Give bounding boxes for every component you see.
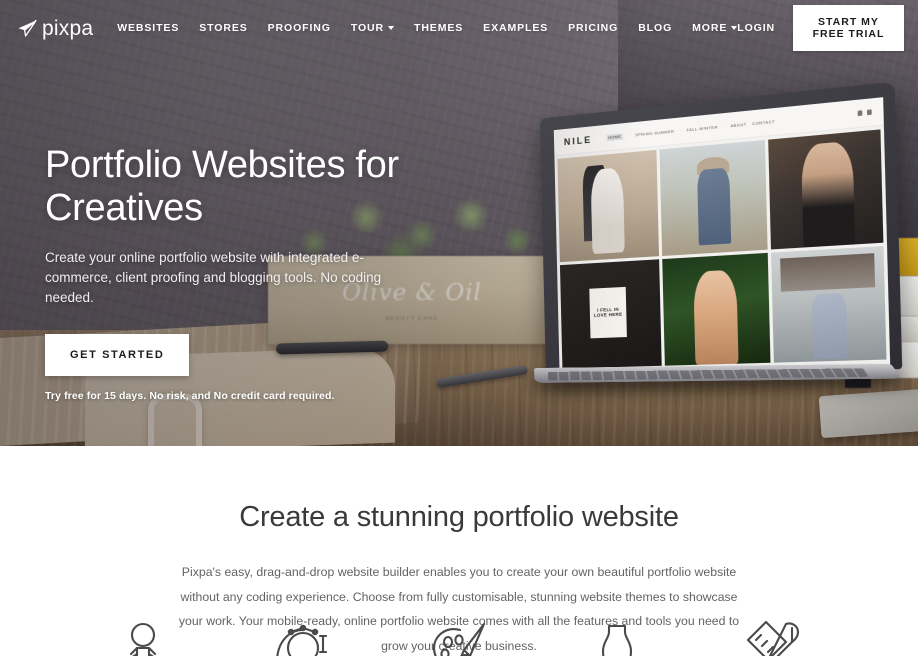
feature-icon-palette-brush[interactable] xyxy=(423,618,495,656)
nav-item-websites[interactable]: WEBSITES xyxy=(117,22,179,34)
nav-label-tour: TOUR xyxy=(350,22,385,34)
site-logo[interactable]: pixpa xyxy=(16,18,93,39)
ruler-pencil-icon xyxy=(746,618,804,656)
photographer-icon xyxy=(117,618,169,656)
nav-label-more: MORE xyxy=(692,22,728,34)
vase-icon xyxy=(596,618,638,656)
nav-label-stores: STORES xyxy=(199,22,248,34)
feature-icon-vase[interactable] xyxy=(581,618,653,656)
section-heading: Create a stunning portfolio website xyxy=(239,501,679,533)
nav-label-themes: THEMES xyxy=(414,22,464,34)
get-started-button[interactable]: GET STARTED xyxy=(45,334,190,377)
page-root: Olive & Oil BEAUTY CARE NILE HOME · SPRI… xyxy=(0,0,918,656)
start-free-trial-button[interactable]: START MY FREE TRIAL xyxy=(793,5,904,51)
nav-item-pricing[interactable]: PRICING xyxy=(568,22,618,34)
nav-item-themes[interactable]: THEMES xyxy=(414,22,463,34)
login-link[interactable]: LOGIN xyxy=(737,22,775,34)
feature-icon-photographer[interactable] xyxy=(107,618,179,656)
feature-icons-row xyxy=(0,618,918,656)
nav-label-proofing: PROOFING xyxy=(267,22,331,34)
intro-section: Create a stunning portfolio website Pixp… xyxy=(0,446,918,656)
nav-item-proofing[interactable]: PROOFING xyxy=(268,22,331,34)
nav-label-blog: BLOG xyxy=(638,22,673,34)
navbar-right: LOGIN START MY FREE TRIAL xyxy=(737,5,904,51)
main-navigation: WEBSITES STORES PROOFING TOUR THEMES EXA… xyxy=(117,22,738,34)
paper-plane-icon xyxy=(16,18,38,38)
chevron-down-icon xyxy=(388,26,395,30)
hero-subheading: Create your online portfolio website wit… xyxy=(45,249,382,306)
camera-tripod-icon xyxy=(271,618,331,656)
hero-trial-note: Try free for 15 days. No risk, and No cr… xyxy=(45,390,335,403)
palette-brush-icon xyxy=(430,618,488,656)
hero-copy: Portfolio Websites for Creatives Create … xyxy=(45,144,465,402)
feature-icon-ruler-pencil[interactable] xyxy=(739,618,811,656)
nav-label-examples: EXAMPLES xyxy=(483,22,549,34)
login-label: LOGIN xyxy=(737,22,775,34)
top-navbar: pixpa WEBSITES STORES PROOFING TOUR THEM… xyxy=(0,0,918,56)
hero-heading: Portfolio Websites for Creatives xyxy=(45,144,399,230)
nav-item-stores[interactable]: STORES xyxy=(199,22,247,34)
nav-label-websites: WEBSITES xyxy=(117,22,180,34)
nav-item-blog[interactable]: BLOG xyxy=(638,22,672,34)
nav-item-examples[interactable]: EXAMPLES xyxy=(483,22,548,34)
nav-item-tour[interactable]: TOUR xyxy=(350,22,395,34)
nav-label-pricing: PRICING xyxy=(568,22,619,34)
nav-item-more[interactable]: MORE xyxy=(692,22,738,34)
logo-text: pixpa xyxy=(42,16,94,40)
hero-section: Olive & Oil BEAUTY CARE NILE HOME · SPRI… xyxy=(0,0,918,446)
feature-icon-camera-tripod[interactable] xyxy=(265,618,337,656)
